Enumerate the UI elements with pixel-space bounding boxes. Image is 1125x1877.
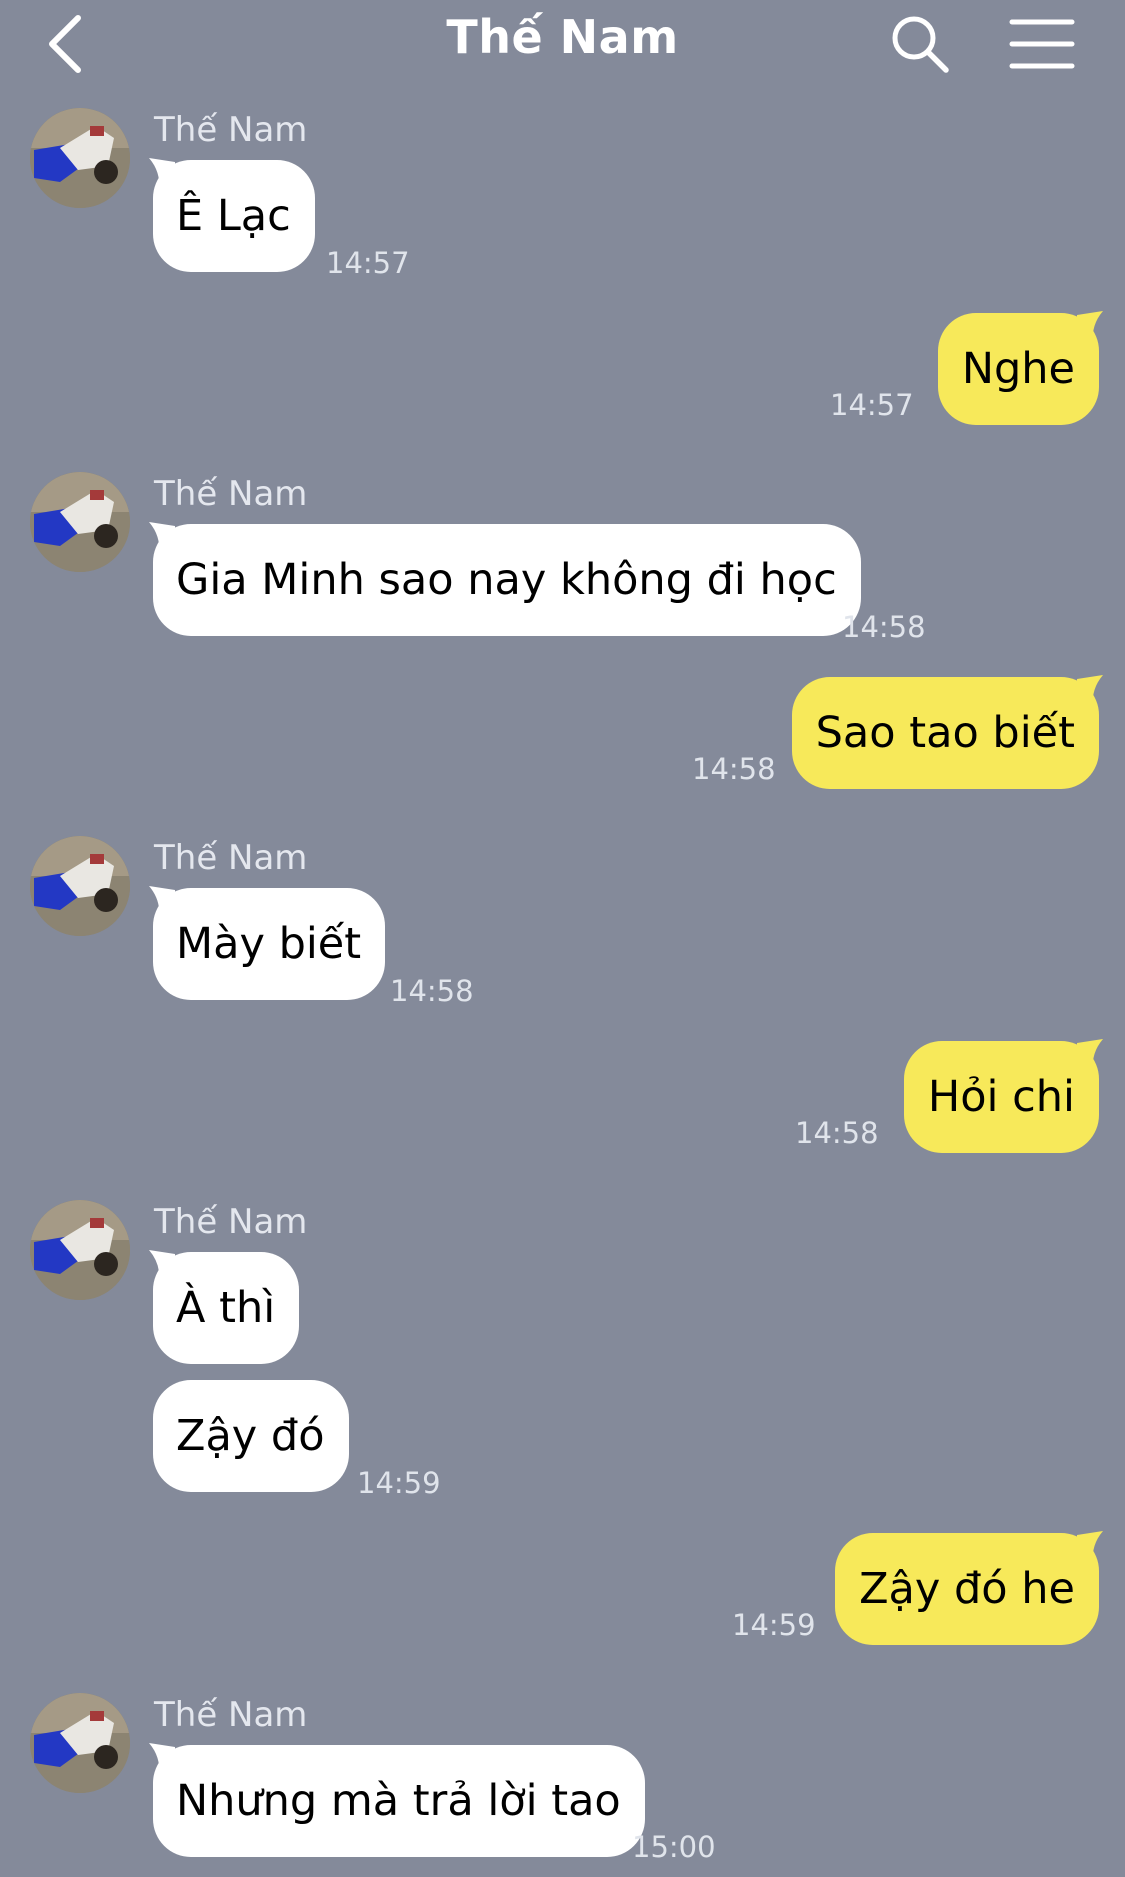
sender-name: Thế Nam: [154, 838, 308, 878]
avatar[interactable]: [30, 472, 130, 572]
message-bubble-outgoing[interactable]: Nghe: [937, 311, 1103, 425]
bubble-tail: [1077, 675, 1103, 707]
avatar[interactable]: [30, 108, 130, 208]
sender-name: Thế Nam: [154, 110, 308, 150]
sender-name: Thế Nam: [154, 1695, 308, 1735]
message-text: Ê Lạc: [176, 191, 291, 241]
search-icon: [892, 16, 949, 73]
menu-button[interactable]: [1006, 16, 1078, 72]
message-time: 14:57: [326, 246, 410, 280]
profile-photo-icon: [30, 1693, 130, 1793]
bubble-tail: [149, 1250, 175, 1282]
message-time: 15:00: [632, 1830, 716, 1864]
message-time: 14:58: [390, 974, 474, 1008]
profile-photo-icon: [30, 1200, 130, 1300]
message-bubble-incoming[interactable]: Zậy đó: [153, 1380, 349, 1492]
message-text: Zậy đó: [176, 1411, 325, 1461]
message-text: Nhưng mà trả lời tao: [176, 1776, 621, 1826]
profile-photo-icon: [30, 108, 130, 208]
bubble-tail: [1077, 1531, 1103, 1563]
message-time: 14:59: [732, 1608, 816, 1642]
message-bubble-incoming[interactable]: À thì: [149, 1250, 300, 1364]
message-bubble-incoming[interactable]: Mày biết: [149, 886, 386, 1000]
message-bubble-incoming[interactable]: Nhưng mà trả lời tao: [149, 1743, 645, 1857]
search-button[interactable]: [888, 12, 952, 76]
message-text: Gia Minh sao nay không đi học: [176, 555, 837, 605]
bubble-tail: [149, 1743, 175, 1775]
profile-photo-icon: [30, 472, 130, 572]
hamburger-menu-icon: [1009, 19, 1075, 69]
message-time: 14:58: [842, 610, 926, 644]
message-text: Nghe: [961, 344, 1075, 394]
message-time: 14:57: [830, 388, 914, 422]
bubble-tail: [1077, 1039, 1103, 1071]
profile-photo-icon: [30, 836, 130, 936]
sender-name: Thế Nam: [154, 1202, 308, 1242]
message-bubble-outgoing[interactable]: Hỏi chi: [903, 1039, 1103, 1153]
bubble-tail: [149, 886, 175, 918]
message-time: 14:58: [692, 752, 776, 786]
message-text: Sao tao biết: [815, 708, 1075, 758]
avatar[interactable]: [30, 1200, 130, 1300]
message-text: Zậy đó he: [859, 1564, 1075, 1614]
message-text: À thì: [176, 1283, 276, 1333]
bubble-tail: [1077, 311, 1103, 343]
bubble-tail: [149, 158, 175, 190]
bubble-tail: [149, 522, 175, 554]
chat-title: Thế Nam: [446, 10, 679, 64]
message-text: Mày biết: [176, 919, 362, 969]
message-time: 14:59: [357, 1466, 441, 1500]
message-bubble-incoming[interactable]: Gia Minh sao nay không đi học: [149, 522, 861, 636]
message-time: 14:58: [795, 1116, 879, 1150]
message-bubble-outgoing[interactable]: Sao tao biết: [791, 675, 1103, 789]
message-bubble-outgoing[interactable]: Zậy đó he: [835, 1531, 1103, 1645]
chat-header: Thế Nam: [0, 0, 1125, 96]
message-text: Hỏi chi: [927, 1072, 1075, 1122]
sender-name: Thế Nam: [154, 474, 308, 514]
message-bubble-incoming[interactable]: Ê Lạc: [149, 158, 315, 272]
avatar[interactable]: [30, 1693, 130, 1793]
avatar[interactable]: [30, 836, 130, 936]
